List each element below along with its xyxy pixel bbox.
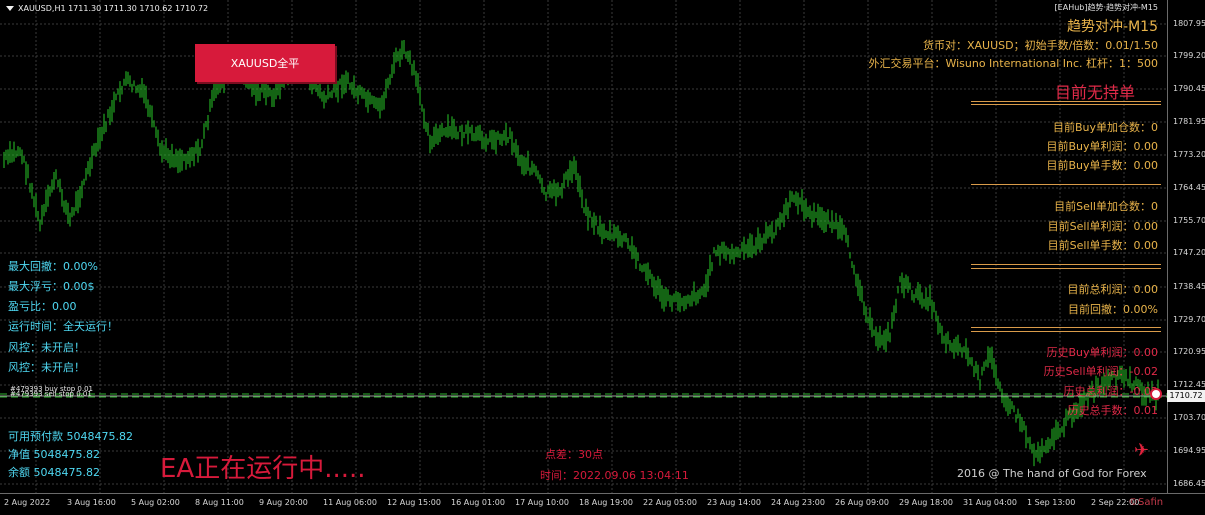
no-position-label: 目前无持单: [1054, 83, 1135, 102]
time-tick-label: 5 Aug 02:00: [131, 498, 180, 507]
time-info: 时间：2022.09.06 13:04:11: [540, 469, 689, 482]
sell-stop-order-label[interactable]: #479393 sell stop 0.01: [10, 390, 92, 398]
separator-line: [971, 264, 1161, 265]
sell-lots: 目前Sell单手数：0.00: [1047, 239, 1158, 252]
price-tick-label: 1807.95: [1173, 19, 1205, 28]
time-tick-label: 16 Aug 01:00: [451, 498, 505, 507]
separator-line: [971, 104, 1161, 105]
price-scale[interactable]: 1807.95 1799.20 1790.45 1781.95 1773.20 1764.…: [1167, 0, 1205, 493]
current-drawdown: 目前回撤：0.00%: [1068, 303, 1158, 316]
hist-buy-profit: 历史Buy单利润：0.00: [1046, 346, 1158, 359]
time-tick-label: 3 Aug 16:00: [67, 498, 116, 507]
run-time: 运行时间：全天运行！: [8, 320, 118, 333]
trade-target-icon[interactable]: [1150, 388, 1162, 400]
price-tick-label: 1703.70: [1173, 413, 1205, 422]
max-float-loss: 最大浮亏：0.00$: [8, 280, 95, 293]
time-tick-label: 17 Aug 10:00: [515, 498, 569, 507]
hist-sell-profit: 历史Sell单利润：-0.02: [1043, 365, 1158, 378]
sell-add-count: 目前Sell单加仓数：0: [1054, 200, 1158, 213]
ea-running-status: EA正在运行中.....: [160, 454, 366, 484]
price-tick-label: 1712.45: [1173, 380, 1205, 389]
buy-profit: 目前Buy单利润：0.00: [1046, 140, 1158, 153]
time-tick-label: 29 Aug 18:00: [899, 498, 953, 507]
airplane-icon: ✈: [1134, 440, 1150, 461]
dropdown-triangle-icon[interactable]: [6, 6, 14, 11]
price-tick-label: 1694.95: [1173, 446, 1205, 455]
total-profit: 目前总利润：0.00: [1067, 283, 1159, 296]
credit-text: 2016 @ The hand of God for Forex: [957, 467, 1147, 480]
price-tick-label: 1799.20: [1173, 51, 1205, 60]
time-tick-label: 26 Aug 09:00: [835, 498, 889, 507]
ea-title: 趋势对冲-M15: [1067, 19, 1158, 35]
separator-line: [971, 268, 1161, 269]
platform-info: 外汇交易平台：Wisuno International Inc. 杠杆：1：50…: [868, 57, 1158, 70]
time-tick-label: 22 Aug 05:00: [643, 498, 697, 507]
price-tick-label: 1747.20: [1173, 248, 1205, 257]
time-tick-label: 18 Aug 19:00: [579, 498, 633, 507]
current-price-label: 1710.72: [1167, 390, 1205, 402]
separator-line: [971, 184, 1161, 185]
pl-ratio: 盈亏比：0.00: [8, 300, 77, 313]
price-tick-label: 1790.45: [1173, 84, 1205, 93]
equity: 净值 5048475.82: [8, 448, 100, 461]
price-tick-label: 1764.45: [1173, 183, 1205, 192]
close-all-button[interactable]: XAUUSD全平: [195, 44, 335, 82]
max-drawdown: 最大回撤：0.00%: [8, 260, 98, 273]
price-tick-label: 1729.70: [1173, 315, 1205, 324]
chart-window[interactable]: XAUUSD,H1 1711.30 1711.30 1710.62 1710.7…: [0, 0, 1205, 515]
separator-line: [971, 101, 1161, 102]
balance: 余额 5048475.82: [8, 466, 100, 479]
separator-line: [971, 331, 1161, 332]
time-tick-label: 1 Sep 13:00: [1027, 498, 1076, 507]
risk-control-2: 风控：未开启！: [8, 361, 85, 374]
currency-info: 货币对：XAUUSD；初始手数/倍数：0.01/1.50: [922, 39, 1158, 52]
buy-lots: 目前Buy单手数：0.00: [1046, 159, 1158, 172]
hist-total-profit: 历史总利润：-0.02: [1063, 385, 1158, 398]
time-tick-label: 2 Sep 22:00: [1091, 498, 1140, 507]
spread-info: 点差：30点: [545, 448, 603, 461]
price-tick-label: 1686.45: [1173, 479, 1205, 488]
time-tick-label: 9 Aug 20:00: [259, 498, 308, 507]
time-tick-label: 23 Aug 14:00: [707, 498, 761, 507]
time-tick-label: 24 Aug 23:00: [771, 498, 825, 507]
buy-add-count: 目前Buy单加仓数：0: [1052, 121, 1158, 134]
sell-profit: 目前Sell单利润：0.00: [1047, 220, 1158, 233]
time-tick-label: 2 Aug 2022: [4, 498, 51, 507]
price-chart[interactable]: [0, 0, 1167, 493]
separator-line: [971, 327, 1161, 328]
symbol-header: XAUUSD,H1 1711.30 1711.30 1710.62 1710.7…: [6, 4, 208, 13]
ea-name-label: [EAHub]趋势·趋势对冲-M15: [1054, 3, 1158, 12]
risk-control-1: 风控：未开启！: [8, 341, 85, 354]
free-margin: 可用预付款 5048475.82: [8, 430, 133, 443]
symbol-quote-text: XAUUSD,H1 1711.30 1711.30 1710.62 1710.7…: [18, 4, 209, 13]
time-tick-label: 12 Aug 15:00: [387, 498, 441, 507]
hist-total-lots: 历史总手数：0.01: [1067, 404, 1159, 417]
time-tick-label: 31 Aug 04:00: [963, 498, 1017, 507]
price-tick-label: 1720.95: [1173, 347, 1205, 356]
price-tick-label: 1781.95: [1173, 117, 1205, 126]
time-tick-label: 11 Aug 06:00: [323, 498, 377, 507]
price-tick-label: 1773.20: [1173, 150, 1205, 159]
time-scale[interactable]: 2 Aug 2022 3 Aug 16:00 5 Aug 02:00 8 Aug 11…: [0, 493, 1205, 515]
price-tick-label: 1755.70: [1173, 216, 1205, 225]
time-tick-label: 8 Aug 11:00: [195, 498, 244, 507]
price-tick-label: 1738.45: [1173, 282, 1205, 291]
